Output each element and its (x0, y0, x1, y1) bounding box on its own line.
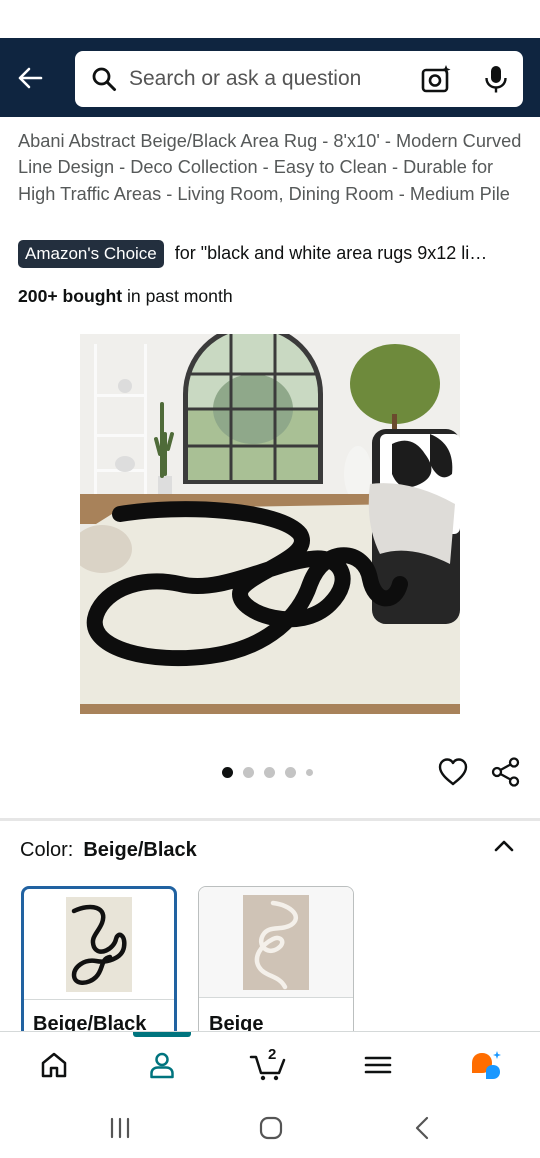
account-icon (150, 1052, 174, 1079)
chevron-up-icon[interactable] (490, 832, 518, 860)
camera-icon[interactable] (421, 64, 453, 94)
home-icon (41, 1052, 67, 1078)
swatch-image (24, 889, 174, 999)
rug-thumbnail-black (66, 896, 132, 992)
nav-rufus[interactable] (456, 1032, 516, 1098)
rufus-icon (472, 1051, 501, 1079)
back-arrow-icon (18, 67, 43, 89)
search-input[interactable] (129, 59, 419, 99)
carousel-dot-active[interactable] (222, 766, 233, 778)
back-button[interactable] (10, 58, 50, 98)
system-back-icon[interactable] (408, 1115, 438, 1141)
amazons-choice-badge: Amazon's Choice (18, 239, 164, 268)
mic-icon[interactable] (483, 64, 509, 94)
swatch-divider (199, 997, 353, 998)
rug-thumbnail-beige (243, 894, 309, 990)
color-selector-header: Color: Beige/Black (20, 839, 197, 862)
nav-account[interactable] (132, 1032, 192, 1098)
carousel-dot[interactable] (285, 766, 296, 778)
nav-home[interactable] (24, 1032, 84, 1098)
search-box[interactable] (75, 51, 523, 107)
status-bar (0, 0, 540, 38)
bought-suffix: in past month (122, 286, 233, 306)
swatch-divider (24, 999, 174, 1000)
system-navigation-bar (0, 1097, 540, 1158)
carousel-dot[interactable] (306, 768, 313, 776)
swatch-image (199, 887, 353, 997)
nav-menu[interactable] (348, 1032, 408, 1098)
section-divider (0, 818, 540, 821)
menu-icon (364, 1056, 392, 1074)
home-button-icon[interactable] (256, 1115, 286, 1141)
bought-count: 200+ bought (18, 286, 123, 306)
product-image[interactable] (80, 334, 460, 714)
bottom-navigation (0, 1031, 540, 1097)
product-title[interactable]: Abani Abstract Beige/Black Area Rug - 8'… (18, 128, 526, 207)
image-carousel-dots[interactable] (222, 766, 323, 778)
search-icon (92, 67, 116, 91)
share-icon[interactable] (490, 756, 522, 788)
color-label: Color: (20, 839, 74, 861)
amazons-choice-row: Amazon's Choice for "black and white are… (18, 239, 523, 268)
carousel-dot[interactable] (264, 766, 275, 778)
nav-cart[interactable] (238, 1032, 298, 1098)
heart-icon[interactable] (437, 756, 469, 788)
selected-color: Beige/Black (83, 839, 197, 861)
recent-apps-icon[interactable] (105, 1115, 135, 1141)
bought-in-past-month: 200+ bought in past month (18, 286, 233, 307)
header-bar (0, 38, 540, 117)
carousel-dot[interactable] (243, 766, 254, 778)
cart-count-badge: 2 (268, 1046, 277, 1063)
choice-keyword: for "black and white area rugs 9x12 li… (174, 243, 488, 263)
